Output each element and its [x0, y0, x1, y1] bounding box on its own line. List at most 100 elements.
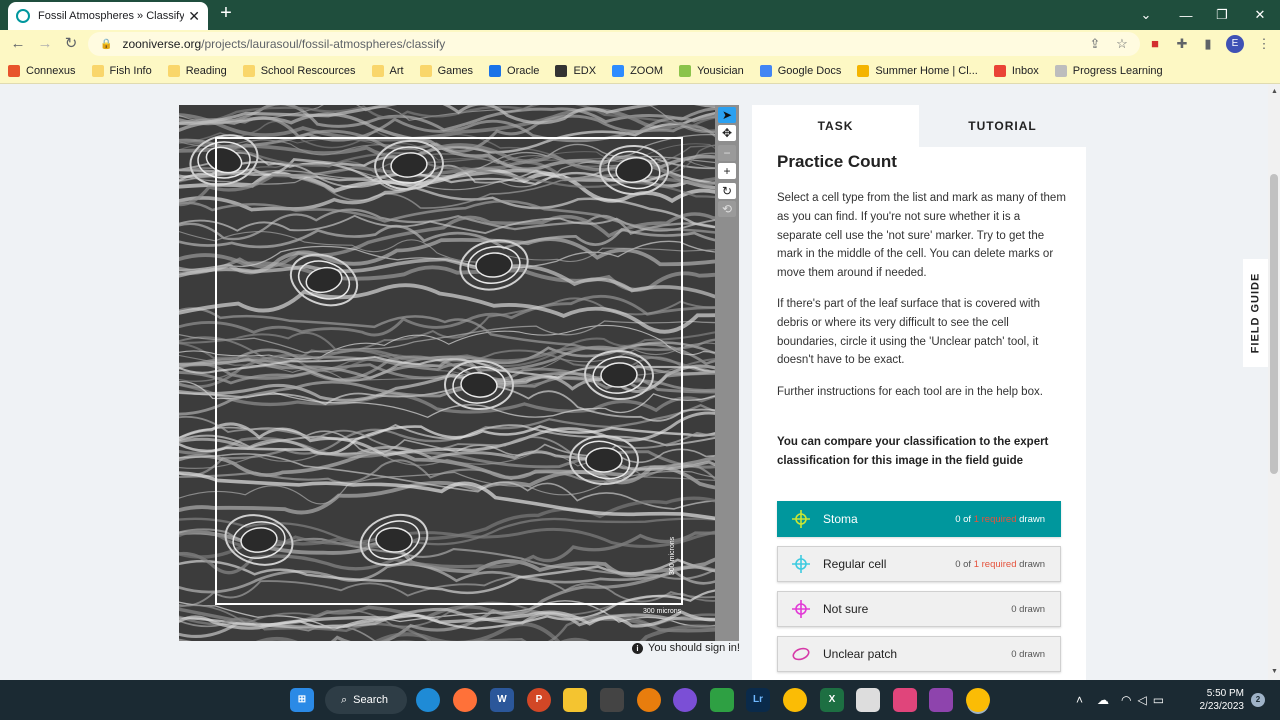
rotate-icon[interactable]: ↻: [718, 183, 736, 199]
tab-tutorial[interactable]: TUTORIAL: [919, 105, 1086, 147]
onedrive-icon[interactable]: ☁: [1097, 693, 1109, 707]
share-icon[interactable]: ⇪: [1087, 36, 1103, 52]
edx-icon: [555, 64, 568, 77]
clipchamp-icon[interactable]: [929, 688, 953, 712]
bookmark-item[interactable]: School Rescources: [242, 64, 356, 77]
app-green-icon[interactable]: [710, 688, 734, 712]
bookmark-label: Reading: [185, 64, 227, 77]
scrollbar-thumb[interactable]: [1270, 174, 1278, 474]
yousician-icon: [679, 64, 692, 77]
close-tab-icon[interactable]: ✕: [188, 8, 200, 25]
task-title: Practice Count: [777, 152, 897, 171]
side-panel-icon[interactable]: ▮: [1200, 36, 1216, 52]
chrome-active-icon[interactable]: [966, 688, 990, 712]
new-tab-button[interactable]: +: [216, 3, 236, 24]
browser-tab[interactable]: Fossil Atmospheres » Classify — ✕: [8, 2, 208, 30]
blender-icon[interactable]: [637, 688, 661, 712]
field-guide-button[interactable]: FIELD GUIDE: [1243, 259, 1268, 367]
browser-menu-icon[interactable]: ⋮: [1256, 36, 1272, 52]
bookmark-label: Fish Info: [109, 64, 152, 77]
zoom-in-icon[interactable]: +: [718, 163, 736, 179]
subject-image-viewer[interactable]: 300 microns 300 microns: [179, 105, 715, 641]
excel-icon[interactable]: X: [820, 688, 844, 712]
choice-label: Regular cell: [823, 557, 887, 571]
bookmark-item[interactable]: Fish Info: [91, 64, 152, 77]
address-input[interactable]: 🔒 zooniverse.org/projects/laurasoul/foss…: [88, 32, 1140, 56]
bookmark-item[interactable]: Yousician: [679, 64, 744, 77]
gmail-icon: [993, 64, 1006, 77]
maximize-icon[interactable]: ❐: [1204, 0, 1240, 30]
firefox-icon[interactable]: [453, 688, 477, 712]
bookmark-item[interactable]: Connexus: [8, 64, 76, 77]
extensions-puzzle-icon[interactable]: ✚: [1174, 36, 1190, 52]
zoom-out-icon[interactable]: −: [718, 145, 736, 161]
file-explorer-icon[interactable]: [563, 688, 587, 712]
app-photo-icon[interactable]: [856, 688, 880, 712]
paint-drop-icon[interactable]: [673, 688, 697, 712]
edge-icon[interactable]: [416, 688, 440, 712]
system-tray: ˄ ☁ ◠ ◁ ▭: [1076, 680, 1164, 720]
back-icon[interactable]: ←: [9, 35, 27, 53]
bookmark-item[interactable]: Reading: [167, 64, 227, 77]
volume-icon[interactable]: ◁: [1138, 693, 1147, 707]
bookmark-label: Art: [389, 64, 404, 77]
browser-tab-bar: Fossil Atmospheres » Classify — ✕ + ⌄ — …: [0, 0, 1280, 30]
image-bounding-frame: [215, 137, 683, 605]
not-sure-crosshair-icon: [792, 600, 810, 618]
word-icon[interactable]: W: [490, 688, 514, 712]
taskbar-clock[interactable]: 5:50 PM 2/23/2023: [1196, 687, 1245, 713]
bookmark-item[interactable]: Art: [371, 64, 404, 77]
profile-avatar[interactable]: E: [1226, 35, 1244, 53]
reset-icon[interactable]: ⟲: [718, 201, 736, 217]
choice-unclear-patch[interactable]: Unclear patch 0 drawn: [777, 636, 1061, 672]
battery-icon[interactable]: ▭: [1153, 693, 1164, 707]
folder-icon: [419, 64, 432, 77]
bookmark-item[interactable]: Summer Home | Cl...: [857, 64, 978, 77]
zoom-icon: [612, 64, 625, 77]
select-icon[interactable]: ➤: [718, 107, 736, 123]
scale-bar-label: 300 microns: [643, 608, 682, 615]
wifi-icon[interactable]: ◠: [1121, 693, 1131, 707]
move-icon[interactable]: ✥: [718, 125, 736, 141]
taskbar-search[interactable]: ⌕ Search: [325, 686, 407, 714]
tab-search-icon[interactable]: ⌄: [1128, 0, 1164, 30]
lightroom-icon[interactable]: Lr: [746, 688, 770, 712]
minimize-icon[interactable]: —: [1168, 0, 1204, 30]
start-icon[interactable]: ⊞: [290, 688, 314, 712]
bookmark-label: Yousician: [697, 64, 744, 77]
bookmark-item[interactable]: ZOOM: [612, 64, 663, 77]
address-path: /projects/laurasoul/fossil-atmospheres/c…: [201, 37, 446, 51]
scroll-down-icon[interactable]: ▼: [1271, 668, 1278, 675]
instagram-icon[interactable]: [893, 688, 917, 712]
page-scrollbar[interactable]: ▲ ▼: [1268, 84, 1280, 680]
notification-badge[interactable]: 2: [1251, 693, 1265, 707]
bookmark-label: EDX: [573, 64, 597, 77]
bookmark-label: Inbox: [1011, 64, 1039, 77]
signin-notice[interactable]: i You should sign in!: [632, 642, 740, 654]
bookmark-item[interactable]: Progress Learning: [1054, 64, 1163, 77]
bookmark-item[interactable]: Inbox: [993, 64, 1039, 77]
app-penguin-icon[interactable]: [600, 688, 624, 712]
address-host: zooniverse.org: [122, 37, 202, 51]
regular-cell-crosshair-icon: [792, 555, 810, 573]
powerpoint-icon[interactable]: P: [527, 688, 551, 712]
extension-shield-icon[interactable]: ■: [1147, 36, 1163, 52]
forward-icon[interactable]: →: [36, 35, 54, 53]
bookmark-star-icon[interactable]: ☆: [1114, 36, 1130, 52]
reload-icon[interactable]: ↻: [62, 35, 80, 53]
choice-label: Stoma: [823, 512, 858, 526]
chevron-up-icon[interactable]: ˄: [1076, 693, 1083, 707]
chrome-icon[interactable]: [783, 688, 807, 712]
bookmark-label: School Rescources: [260, 64, 356, 77]
bookmark-item[interactable]: Oracle: [489, 64, 539, 77]
choice-stoma[interactable]: Stoma 0 of 1 required drawn: [777, 501, 1061, 537]
bookmark-item[interactable]: Games: [419, 64, 473, 77]
bookmark-item[interactable]: EDX: [555, 64, 597, 77]
bookmark-item[interactable]: Google Docs: [759, 64, 841, 77]
choice-not-sure[interactable]: Not sure 0 drawn: [777, 591, 1061, 627]
folder-icon: [371, 64, 384, 77]
choice-regular-cell[interactable]: Regular cell 0 of 1 required drawn: [777, 546, 1061, 582]
scroll-up-icon[interactable]: ▲: [1271, 88, 1278, 95]
close-window-icon[interactable]: ✕: [1242, 0, 1278, 30]
tab-task[interactable]: TASK: [752, 105, 919, 147]
